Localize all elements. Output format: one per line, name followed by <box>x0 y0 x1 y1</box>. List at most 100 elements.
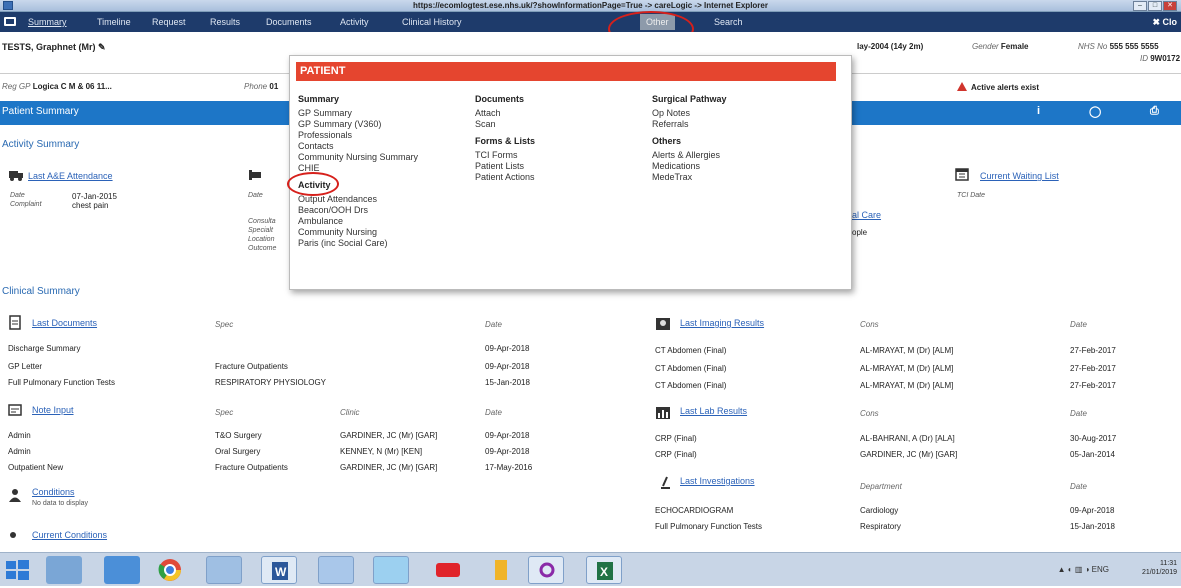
start-button[interactable] <box>2 557 32 583</box>
nav-clinical-history[interactable]: Clinical History <box>402 12 462 32</box>
last-investigations-link[interactable]: Last Investigations <box>680 476 755 486</box>
notes-header-spec: Spec <box>215 408 234 417</box>
lab-date: 30-Aug-2017 <box>1070 434 1117 443</box>
clock[interactable]: 11:31 21/01/2019 <box>1142 559 1177 577</box>
imaging-date: 27-Feb-2017 <box>1070 346 1116 355</box>
inv-date: 15-Jan-2018 <box>1070 522 1115 531</box>
menu-item-scan[interactable]: Scan <box>475 119 535 130</box>
taskbar-app-4-icon[interactable] <box>206 556 242 584</box>
main-navigation: Summary Timeline Request Results Documen… <box>0 12 1181 32</box>
doc-type: Full Pulmonary Function Tests <box>8 378 116 387</box>
patient-nhs: NHS No 555 555 5555 <box>1078 42 1159 51</box>
dropdown-column-surgical: Surgical Pathway Op Notes Referrals Othe… <box>652 94 727 183</box>
menu-item-contacts[interactable]: Contacts <box>298 141 418 152</box>
current-conditions-link[interactable]: Current Conditions <box>32 530 107 540</box>
menu-heading-summary: Summary <box>298 94 340 104</box>
nav-activity[interactable]: Activity <box>340 12 369 32</box>
menu-item-tci-forms[interactable]: TCI Forms <box>475 150 535 161</box>
taskbar-app-9-icon[interactable] <box>483 556 519 584</box>
nav-search[interactable]: Search <box>714 12 743 32</box>
close-window-button[interactable]: ✕ <box>1163 1 1177 11</box>
imaging-header-cons: Cons <box>860 320 879 329</box>
lab-cons: GARDINER, JC (Mr) [GAR] <box>860 450 958 459</box>
taskbar-chrome-icon[interactable] <box>152 556 188 584</box>
page-title: Patient Summary <box>2 106 79 117</box>
print-icon[interactable]: ⎙ <box>1150 105 1159 118</box>
menu-item-professionals[interactable]: Professionals <box>298 130 418 141</box>
monitor-icon[interactable] <box>4 17 16 26</box>
maximize-button[interactable]: □ <box>1148 1 1162 11</box>
close-record-button[interactable]: ✖ Clo <box>1152 12 1177 32</box>
nav-documents[interactable]: Documents <box>266 12 312 32</box>
taskbar-app-1-icon[interactable] <box>46 556 82 584</box>
people-text: ople <box>852 228 868 237</box>
taskbar-excel-icon[interactable]: X <box>586 556 622 584</box>
imaging-cons: AL-MRAYAT, M (Dr) [ALM] <box>860 364 954 373</box>
ip-location-label: Location <box>248 236 275 243</box>
active-alerts[interactable]: Active alerts exist <box>957 82 1039 92</box>
doc-date: 09-Apr-2018 <box>485 362 530 371</box>
system-tray-icons[interactable]: ▲ ◐ ▥ ◑ ENG <box>1058 565 1109 574</box>
menu-item-medetrax[interactable]: MedeTrax <box>652 172 727 183</box>
inv-header-date: Date <box>1070 482 1087 491</box>
xray-icon <box>655 317 670 331</box>
imaging-header-date: Date <box>1070 320 1087 329</box>
note-input-link[interactable]: Note Input <box>32 405 74 415</box>
doc-type: Discharge Summary <box>8 344 81 353</box>
patient-gender: Gender Female <box>972 42 1029 51</box>
patient-dob: lay-2004 (14y 2m) <box>857 42 924 51</box>
last-ae-link[interactable]: Last A&E Attendance <box>28 171 113 181</box>
waiting-list-link[interactable]: Current Waiting List <box>980 171 1059 181</box>
menu-item-beacon-ooh[interactable]: Beacon/OOH Drs <box>298 205 418 216</box>
inv-test: Full Pulmonary Function Tests <box>655 522 763 531</box>
nav-summary[interactable]: Summary <box>28 12 67 32</box>
language-indicator[interactable]: ENG <box>1092 565 1109 574</box>
menu-item-patient-lists[interactable]: Patient Lists <box>475 161 535 172</box>
menu-item-medications[interactable]: Medications <box>652 161 727 172</box>
ip-specialty-label: Specialt <box>248 227 273 234</box>
menu-item-community-nursing-summary[interactable]: Community Nursing Summary <box>298 152 418 163</box>
last-lab-link[interactable]: Last Lab Results <box>680 406 747 416</box>
taskbar-app-6-icon[interactable] <box>318 556 354 584</box>
menu-item-alerts-allergies[interactable]: Alerts & Allergies <box>652 150 727 161</box>
menu-item-attach[interactable]: Attach <box>475 108 535 119</box>
patient-phone: Phone 01 <box>244 82 279 91</box>
imaging-test: CT Abdomen (Final) <box>655 381 727 390</box>
menu-item-community-nursing[interactable]: Community Nursing <box>298 227 418 238</box>
edit-icon[interactable]: ✎ <box>98 42 106 52</box>
inv-test: ECHOCARDIOGRAM <box>655 506 734 515</box>
ae-complaint: chest pain <box>72 201 109 210</box>
note-date: 09-Apr-2018 <box>485 431 530 440</box>
taskbar-app-8-icon[interactable] <box>430 556 466 584</box>
menu-item-ambulance[interactable]: Ambulance <box>298 216 418 227</box>
menu-item-gp-summary-v360[interactable]: GP Summary (V360) <box>298 119 418 130</box>
menu-item-gp-summary[interactable]: GP Summary <box>298 108 418 119</box>
inv-header-dept: Department <box>860 482 902 491</box>
menu-heading-forms-lists: Forms & Lists <box>475 136 536 146</box>
menu-item-paris[interactable]: Paris (inc Social Care) <box>298 238 418 249</box>
conditions-link[interactable]: Conditions <box>32 487 75 497</box>
taskbar-app-7-icon[interactable] <box>373 556 409 584</box>
nav-request[interactable]: Request <box>152 12 186 32</box>
tci-date-label: TCI Date <box>957 192 986 199</box>
last-imaging-link[interactable]: Last Imaging Results <box>680 318 764 328</box>
lab-header-date: Date <box>1070 409 1087 418</box>
taskbar-ie-icon[interactable] <box>104 556 140 584</box>
menu-item-referrals[interactable]: Referrals <box>652 119 727 130</box>
doc-date: 15-Jan-2018 <box>485 378 530 387</box>
menu-item-op-notes[interactable]: Op Notes <box>652 108 727 119</box>
minimize-button[interactable]: – <box>1133 1 1147 11</box>
menu-item-patient-actions[interactable]: Patient Actions <box>475 172 535 183</box>
nav-results[interactable]: Results <box>210 12 240 32</box>
taskbar-app-10-icon[interactable] <box>528 556 564 584</box>
last-documents-link[interactable]: Last Documents <box>32 318 97 328</box>
note-spec: T&O Surgery <box>215 431 262 440</box>
nav-timeline[interactable]: Timeline <box>97 12 131 32</box>
chat-icon[interactable]: ◯ <box>1089 105 1101 118</box>
info-icon[interactable]: i <box>1037 105 1040 117</box>
imaging-test: CT Abdomen (Final) <box>655 346 727 355</box>
taskbar-word-icon[interactable]: W <box>261 556 297 584</box>
lab-cons: AL-BAHRANI, A (Dr) [ALA] <box>860 434 955 443</box>
care-link[interactable]: al Care <box>852 210 881 220</box>
clock-date: 21/01/2019 <box>1141 569 1177 576</box>
